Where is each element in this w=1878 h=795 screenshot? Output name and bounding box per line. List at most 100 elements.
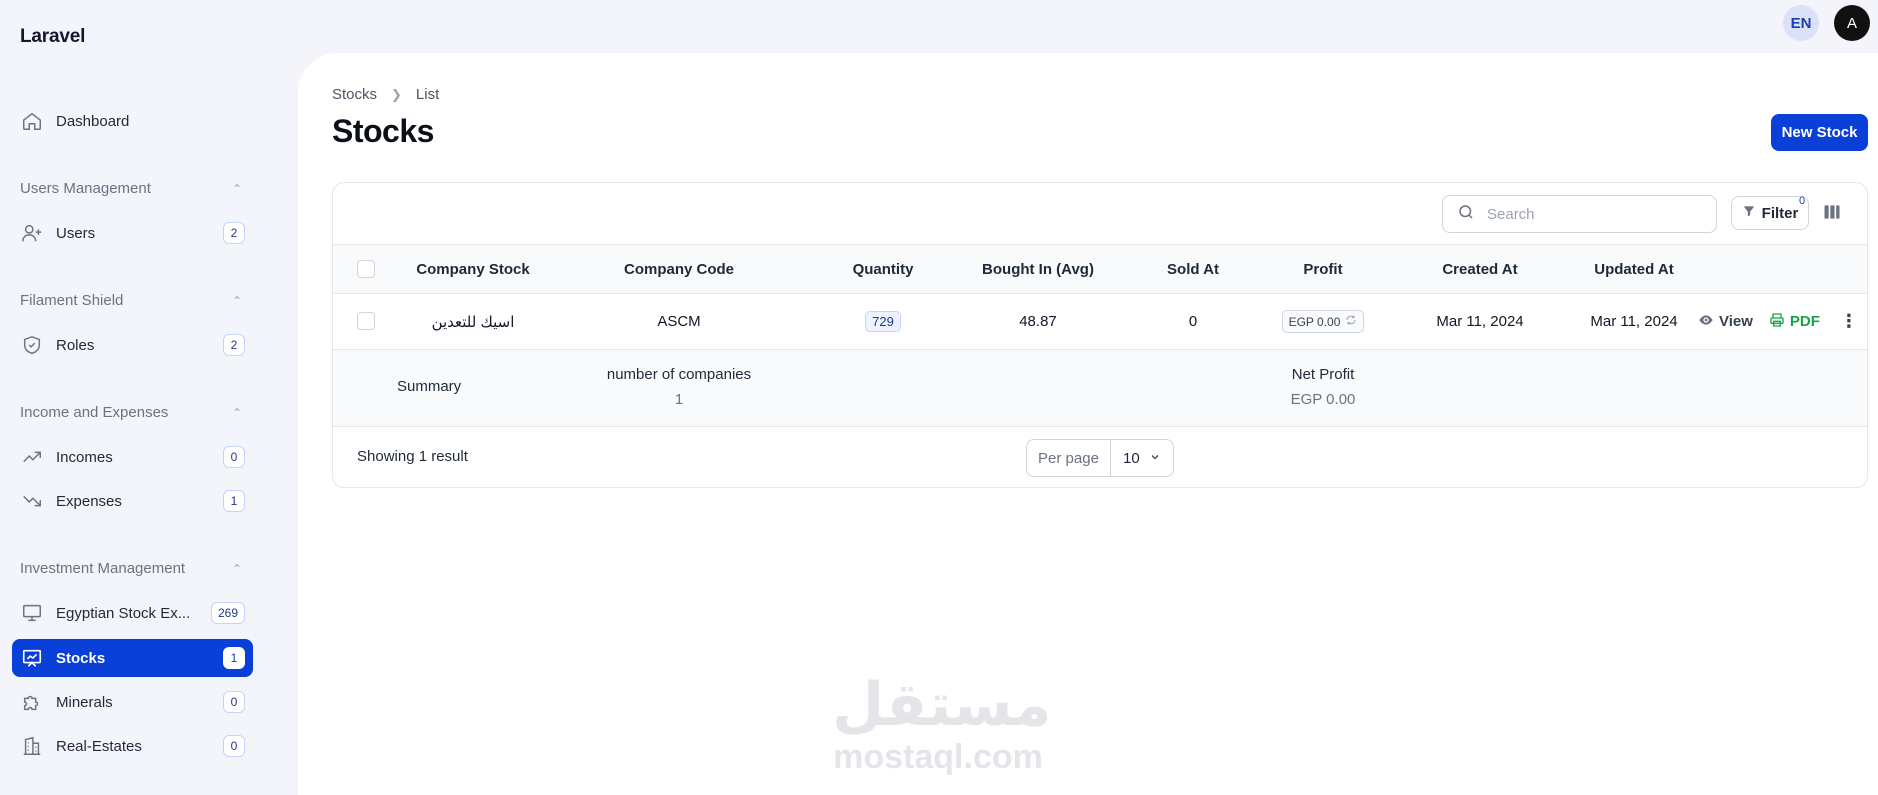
brand-logo[interactable]: Laravel	[20, 26, 85, 48]
user-avatar[interactable]: A	[1834, 5, 1870, 41]
sidebar-item-label: Roles	[56, 336, 95, 354]
summary-companies-value: 1	[674, 391, 684, 408]
count-badge: 0	[223, 691, 245, 713]
column-bought-in[interactable]: Bought In (Avg)	[958, 245, 1118, 293]
sidebar-item-real-estates[interactable]: Real-Estates 0	[12, 727, 253, 765]
column-updated-at[interactable]: Updated At	[1559, 245, 1709, 293]
summary-companies-label: number of companies	[606, 366, 752, 383]
sidebar-item-label: Incomes	[56, 448, 113, 466]
sidebar-item-label: Expenses	[56, 492, 122, 510]
pdf-action[interactable]: PDF	[1769, 312, 1820, 332]
row-actions: View PDF ⋮	[1698, 294, 1878, 349]
search-input[interactable]: Search	[1442, 195, 1717, 233]
column-quantity[interactable]: Quantity	[823, 245, 943, 293]
sidebar-item-label: Egyptian Stock Ex...	[56, 604, 191, 622]
group-income-expenses[interactable]: Income and Expenses ⌃	[20, 404, 242, 421]
columns-icon[interactable]	[1822, 202, 1844, 224]
search-placeholder: Search	[1487, 205, 1535, 223]
per-page-value[interactable]: 10	[1111, 450, 1173, 467]
column-company-code[interactable]: Company Code	[595, 245, 763, 293]
sidebar-item-egyptian-stock-exchange[interactable]: Egyptian Stock Ex... 269	[12, 594, 253, 632]
language-switcher[interactable]: EN	[1783, 5, 1819, 41]
sidebar-item-users[interactable]: Users 2	[12, 214, 253, 252]
group-title: Users Management	[20, 180, 151, 197]
group-investment-management[interactable]: Investment Management ⌃	[20, 560, 242, 577]
per-page-select[interactable]: Per page 10	[1026, 439, 1174, 477]
count-badge: 1	[223, 647, 245, 669]
count-badge: 0	[223, 735, 245, 757]
group-users-management[interactable]: Users Management ⌃	[20, 180, 242, 197]
watermark-latin: mostaql.com	[833, 738, 1043, 776]
chevron-down-icon	[1149, 450, 1161, 467]
chevron-up-icon: ⌃	[231, 181, 242, 196]
sidebar-item-label: Minerals	[56, 693, 113, 711]
sidebar-item-label: Stocks	[56, 649, 106, 667]
sidebar-item-minerals[interactable]: Minerals 0	[12, 683, 253, 721]
column-profit[interactable]: Profit	[1273, 245, 1373, 293]
sidebar-item-dashboard[interactable]: Dashboard	[12, 102, 253, 140]
row-checkbox[interactable]	[357, 312, 375, 330]
building-icon	[20, 734, 44, 758]
cell-profit: EGP 0.00	[1273, 294, 1373, 349]
sidebar-item-stocks[interactable]: Stocks 1	[12, 639, 253, 677]
per-page-label: Per page	[1027, 440, 1111, 476]
trending-down-icon	[20, 489, 44, 513]
chevron-right-icon: ❯	[391, 86, 402, 102]
summary-net-profit: Net Profit EGP 0.00	[1273, 366, 1373, 408]
breadcrumb-current: List	[415, 86, 440, 103]
pdf-label: PDF	[1789, 313, 1820, 330]
sidebar-item-roles[interactable]: Roles 2	[12, 326, 253, 364]
summary-companies: number of companies 1	[579, 366, 779, 408]
per-page-number: 10	[1123, 449, 1140, 467]
group-title: Investment Management	[20, 560, 186, 577]
sidebar-item-label: Users	[56, 224, 96, 242]
sidebar-item-label: Dashboard	[56, 112, 130, 130]
table-row: اسيك للتعدين ASCM 729 48.87 0 EGP 0.00 M…	[333, 294, 1867, 350]
breadcrumb: Stocks ❯ List	[332, 86, 439, 103]
chevron-up-icon: ⌃	[231, 293, 242, 308]
count-badge: 2	[223, 334, 245, 356]
new-stock-button[interactable]: New Stock	[1771, 114, 1868, 151]
count-badge: 269	[210, 602, 245, 624]
sidebar-item-incomes[interactable]: Incomes 0	[12, 438, 253, 476]
chevron-up-icon: ⌃	[231, 561, 242, 576]
summary-net-profit-value: EGP 0.00	[1290, 391, 1356, 408]
table-header: Company Stock Company Code Quantity Boug…	[333, 244, 1867, 294]
group-title: Income and Expenses	[20, 404, 169, 421]
column-created-at[interactable]: Created At	[1405, 245, 1555, 293]
trending-up-icon	[20, 445, 44, 469]
monitor-icon	[20, 601, 44, 625]
breadcrumb-parent[interactable]: Stocks	[332, 86, 377, 103]
cell-company-stock: اسيك للتعدين	[431, 313, 515, 331]
cell-bought-in: 48.87	[1019, 313, 1057, 330]
more-vertical-icon[interactable]: ⋮	[1840, 311, 1858, 332]
profit-value: EGP 0.00	[1288, 314, 1341, 329]
printer-icon	[1769, 312, 1785, 332]
select-all-checkbox[interactable]	[357, 260, 375, 278]
presentation-chart-icon	[20, 646, 44, 670]
summary-label: Summary	[397, 378, 462, 395]
cell-company-code: ASCM	[657, 313, 701, 330]
view-label: View	[1719, 313, 1753, 330]
count-badge: 1	[223, 490, 245, 512]
chevron-up-icon: ⌃	[231, 405, 242, 420]
column-sold-at[interactable]: Sold At	[1143, 245, 1243, 293]
view-action[interactable]: View	[1698, 312, 1753, 332]
cell-sold-at: 0	[1188, 313, 1198, 330]
search-icon	[1457, 203, 1475, 225]
group-filament-shield[interactable]: Filament Shield ⌃	[20, 292, 242, 309]
page-title: Stocks	[332, 113, 434, 149]
sidebar-item-expenses[interactable]: Expenses 1	[12, 482, 253, 520]
funnel-icon	[1742, 204, 1756, 222]
puzzle-icon	[20, 690, 44, 714]
sidebar-item-label: Real-Estates	[56, 737, 142, 755]
cell-quantity: 729	[823, 294, 943, 349]
quantity-badge: 729	[865, 311, 901, 332]
filter-count-badge: 0	[1798, 195, 1806, 207]
refresh-icon	[1345, 314, 1357, 329]
column-company-stock[interactable]: Company Stock	[393, 245, 553, 293]
filter-label: Filter	[1761, 204, 1799, 222]
shield-icon	[20, 333, 44, 357]
watermark-arabic: مستقل	[832, 670, 1052, 740]
eye-icon	[1698, 312, 1714, 332]
